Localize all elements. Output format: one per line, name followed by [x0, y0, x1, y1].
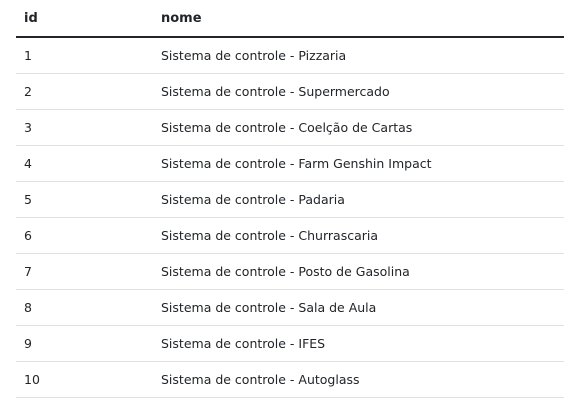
cell-id: 4 — [16, 145, 153, 182]
data-table: id nome 1 Sistema de controle - Pizzaria… — [16, 0, 564, 398]
cell-nome: Sistema de controle - Sala de Aula — [153, 289, 564, 326]
cell-nome: Sistema de controle - Posto de Gasolina — [153, 253, 564, 290]
cell-id: 2 — [16, 73, 153, 110]
cell-id: 6 — [16, 217, 153, 254]
table-header: id nome — [16, 0, 564, 38]
column-header-id[interactable]: id — [16, 0, 153, 38]
table-row[interactable]: 7 Sistema de controle - Posto de Gasolin… — [16, 253, 564, 290]
cell-id: 3 — [16, 109, 153, 146]
table-row[interactable]: 5 Sistema de controle - Padaria — [16, 181, 564, 218]
cell-nome: Sistema de controle - Padaria — [153, 181, 564, 218]
cell-id: 5 — [16, 181, 153, 218]
header-row: id nome — [16, 0, 564, 38]
table-row[interactable]: 4 Sistema de controle - Farm Genshin Imp… — [16, 145, 564, 182]
cell-nome: Sistema de controle - Coelção de Cartas — [153, 109, 564, 146]
cell-nome: Sistema de controle - Supermercado — [153, 73, 564, 110]
table-row[interactable]: 3 Sistema de controle - Coelção de Carta… — [16, 109, 564, 146]
cell-id: 1 — [16, 37, 153, 74]
table-row[interactable]: 10 Sistema de controle - Autoglass — [16, 361, 564, 398]
cell-id: 9 — [16, 325, 153, 362]
cell-nome: Sistema de controle - Pizzaria — [153, 37, 564, 74]
cell-id: 10 — [16, 361, 153, 398]
column-header-nome[interactable]: nome — [153, 0, 564, 38]
table-row[interactable]: 9 Sistema de controle - IFES — [16, 325, 564, 362]
cell-nome: Sistema de controle - Farm Genshin Impac… — [153, 145, 564, 182]
cell-nome: Sistema de controle - Churrascaria — [153, 217, 564, 254]
cell-id: 7 — [16, 253, 153, 290]
table-row[interactable]: 8 Sistema de controle - Sala de Aula — [16, 289, 564, 326]
table-row[interactable]: 1 Sistema de controle - Pizzaria — [16, 37, 564, 74]
cell-id: 8 — [16, 289, 153, 326]
table-row[interactable]: 2 Sistema de controle - Supermercado — [16, 73, 564, 110]
cell-nome: Sistema de controle - IFES — [153, 325, 564, 362]
table-row[interactable]: 6 Sistema de controle - Churrascaria — [16, 217, 564, 254]
data-table-container: id nome 1 Sistema de controle - Pizzaria… — [16, 0, 564, 398]
table-body: 1 Sistema de controle - Pizzaria 2 Siste… — [16, 37, 564, 398]
cell-nome: Sistema de controle - Autoglass — [153, 361, 564, 398]
